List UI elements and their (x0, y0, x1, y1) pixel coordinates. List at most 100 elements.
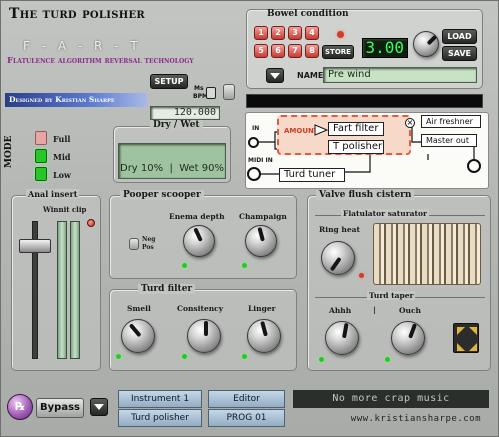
meter-left (57, 221, 67, 359)
preset-button-6[interactable]: 6 (271, 44, 285, 58)
ouch-led (385, 357, 390, 362)
load-button[interactable]: LOAD (442, 29, 477, 44)
enema-depth-label: Enema depth (169, 212, 225, 221)
ring-heat-label: Ring heat (319, 225, 360, 234)
audio-out-jack-icon (467, 159, 481, 173)
turd-filter-title: Turd filter (138, 284, 196, 294)
turd-tuner-box[interactable]: Turd tuner (279, 168, 345, 182)
preset-button-7[interactable]: 7 (288, 44, 302, 58)
bypass-button[interactable]: Bypass (36, 398, 84, 418)
audio-in-jack-icon (248, 137, 259, 148)
anal-insert-title: Anal insert (26, 189, 80, 199)
enema-depth-led (182, 263, 187, 268)
mode-mid-label: Mid (53, 152, 71, 162)
mode-mid-toggle[interactable] (35, 149, 47, 163)
champaign-knob[interactable] (245, 225, 277, 257)
linger-label: Linger (248, 304, 276, 313)
bpm-toggle-icon[interactable] (206, 87, 216, 99)
taper-divider: | (373, 305, 376, 314)
instrument-field[interactable]: Instrument 1 (118, 390, 202, 408)
master-out-box[interactable]: Master out (421, 134, 477, 147)
pos-label: Pos (142, 244, 154, 251)
store-indicator-led (337, 31, 344, 38)
bpm-switch[interactable] (223, 84, 235, 100)
midi-in-jack-icon (247, 167, 261, 181)
smell-led (116, 354, 121, 359)
winnit-clip-label: Winnit clip (43, 205, 87, 214)
consitency-label: Consitency (177, 304, 224, 313)
plugin-title: The turd polisher (9, 6, 146, 22)
designer-credit: Designed by Kristian Sharpe (5, 93, 147, 107)
meter-right (70, 221, 80, 359)
smell-knob[interactable] (121, 319, 155, 353)
name-dropdown-arrow[interactable] (266, 68, 284, 83)
name-label: NAME (297, 71, 324, 80)
champaign-led (242, 263, 247, 268)
turd-taper-label: Turd taper (367, 291, 416, 300)
preset-button-8[interactable]: 8 (305, 44, 319, 58)
mode-low-label: Low (53, 170, 71, 180)
clip-led (87, 219, 95, 227)
bowel-condition-title: Bowel condition (267, 9, 349, 19)
preset-button-2[interactable]: 2 (271, 26, 285, 40)
consitency-knob[interactable] (187, 319, 221, 353)
ring-heat-led (359, 273, 364, 278)
dry-wet-title: Dry / Wet (150, 120, 203, 130)
preset-button-4[interactable]: 4 (305, 26, 319, 40)
display-strip (246, 94, 483, 108)
flatulator-saturator-label: Flatulator saturator (341, 209, 429, 218)
bpm-display[interactable]: 120.000 (150, 106, 220, 120)
midi-in-label: MIDI IN (248, 157, 273, 164)
neg-pos-switch[interactable] (129, 238, 139, 250)
linger-led (242, 354, 247, 359)
store-button[interactable]: STORE (322, 45, 354, 59)
bypass-dropdown-arrow[interactable] (90, 398, 108, 416)
direction-arrows-icon (457, 327, 477, 351)
bowel-display: 3.00 (362, 38, 408, 58)
ahhh-knob[interactable] (325, 321, 359, 355)
save-button[interactable]: SAVE (442, 46, 477, 61)
taper-direction-pad[interactable] (453, 323, 479, 353)
mode-label: MODE (4, 135, 14, 168)
consitency-led (182, 354, 187, 359)
enema-depth-knob[interactable] (183, 225, 215, 257)
editor-field[interactable]: Editor (208, 390, 285, 408)
neg-label: Neg (142, 236, 156, 243)
valve-tubes-graphic (373, 223, 481, 285)
mode-full-label: Full (53, 134, 71, 144)
setup-button[interactable]: SETUP (150, 74, 188, 89)
ahhh-label: Ahhh (329, 306, 352, 315)
champaign-label: Champaign (239, 212, 287, 221)
website-url: www.kristiansharpe.com (350, 414, 481, 424)
bowel-select-knob[interactable] (413, 31, 439, 57)
ring-heat-knob[interactable] (321, 241, 355, 275)
in-label: IN (252, 125, 260, 132)
preset-button-3[interactable]: 3 (288, 26, 302, 40)
t-polisher-box[interactable]: T polisher (328, 140, 384, 154)
linger-knob[interactable] (247, 319, 281, 353)
mixer-x-icon: × (405, 118, 415, 128)
preset-name-field[interactable]: Pre wind (323, 67, 477, 83)
preset-button-1[interactable]: 1 (254, 26, 268, 40)
subtitle: Flatulence algorithm reversal technology (7, 56, 194, 66)
plugin-window: The turd polisher F - A - R - T Flatulen… (0, 0, 499, 437)
program-field[interactable]: PROG 01 (208, 409, 285, 427)
fader-handle[interactable] (19, 239, 51, 253)
logo-icon: ℞ (7, 394, 33, 420)
dry-wet-readout[interactable]: Dry 10% | Wet 90% (118, 143, 226, 179)
pooper-scooper-title: Pooper scooper (120, 190, 204, 200)
air-freshner-box[interactable]: Air freshner (421, 115, 481, 128)
preset-button-5[interactable]: 5 (254, 44, 268, 58)
fart-acronym: F - A - R - T (23, 39, 142, 53)
mode-low-toggle[interactable] (35, 167, 47, 181)
fart-filter-box[interactable]: Fart filter (328, 122, 384, 136)
plugin-name-field[interactable]: Turd polisher (118, 409, 202, 427)
slogan-text: No more crap music (293, 390, 489, 408)
bpm-unit-top: Ms (194, 85, 204, 92)
mode-full-toggle[interactable] (35, 131, 47, 145)
ouch-knob[interactable] (391, 321, 425, 355)
valve-flush-title: Valve flush cistern (316, 190, 415, 200)
amount-triangle-icon (314, 124, 328, 136)
ahhh-led (319, 357, 324, 362)
smell-label: Smell (127, 304, 151, 313)
